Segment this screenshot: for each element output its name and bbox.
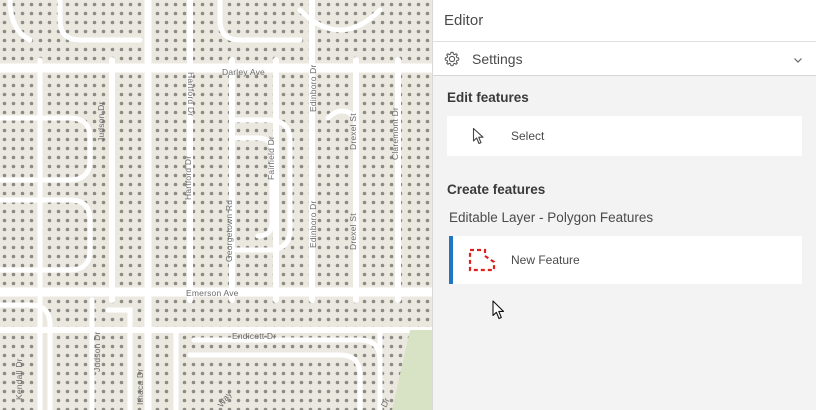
basemap[interactable]: Darley Ave Emerson Ave Endicott Dr Hartf…: [0, 0, 432, 410]
create-features-heading: Create features: [447, 182, 546, 197]
street-label-emerson: Emerson Ave: [186, 288, 239, 298]
edit-features-heading: Edit features: [447, 90, 529, 105]
gear-icon: [444, 50, 462, 68]
new-feature-template[interactable]: New Feature: [449, 236, 802, 284]
street-label-darley: Darley Ave: [222, 67, 265, 77]
settings-label: Settings: [472, 50, 523, 67]
street-label-georgetown: Georgetown Rd: [224, 200, 234, 262]
street-label-drexel-top: Drexel St: [348, 113, 358, 150]
street-label-edinboro-top: Edinboro Dr: [308, 64, 318, 112]
pointer-icon: [447, 127, 511, 145]
street-label-kendall: Kendall Dr: [14, 358, 24, 400]
mouse-cursor-icon: [492, 300, 505, 320]
street-label-judson-top: Judson Dr: [96, 101, 106, 142]
street-label-drexel-mid: Drexel St: [348, 213, 358, 250]
dashed-polygon-icon: [453, 248, 511, 272]
street-label-hartford-top: Hartford Dr: [186, 72, 196, 116]
street-label-fairfield: Fairfield Dr: [266, 136, 276, 180]
select-button[interactable]: Select: [447, 116, 802, 156]
panel-title: Editor: [444, 12, 484, 29]
editor-panel: Editor Settings Edit features Select Cre…: [432, 0, 816, 410]
street-label-ithaca: Ithaca Dr: [135, 369, 145, 405]
street-label-endicott: Endicott Dr: [232, 331, 276, 341]
panel-header: Editor: [433, 0, 816, 42]
settings-toggle[interactable]: Settings: [433, 42, 816, 76]
layer-title: Editable Layer - Polygon Features: [449, 210, 654, 225]
street-label-hartford-mid: Hartford Dr: [183, 156, 193, 200]
street-label-edinboro-mid: Edinboro Dr: [308, 200, 318, 248]
select-label: Select: [511, 129, 545, 143]
chevron-down-icon[interactable]: [792, 53, 804, 65]
street-label-claremont: Claremont Dr: [390, 107, 400, 160]
new-feature-label: New Feature: [511, 253, 580, 267]
map-view[interactable]: Darley Ave Emerson Ave Endicott Dr Hartf…: [0, 0, 432, 410]
street-label-judson-bottom: Judson Dr: [92, 331, 102, 372]
editor-app: Darley Ave Emerson Ave Endicott Dr Hartf…: [0, 0, 816, 410]
